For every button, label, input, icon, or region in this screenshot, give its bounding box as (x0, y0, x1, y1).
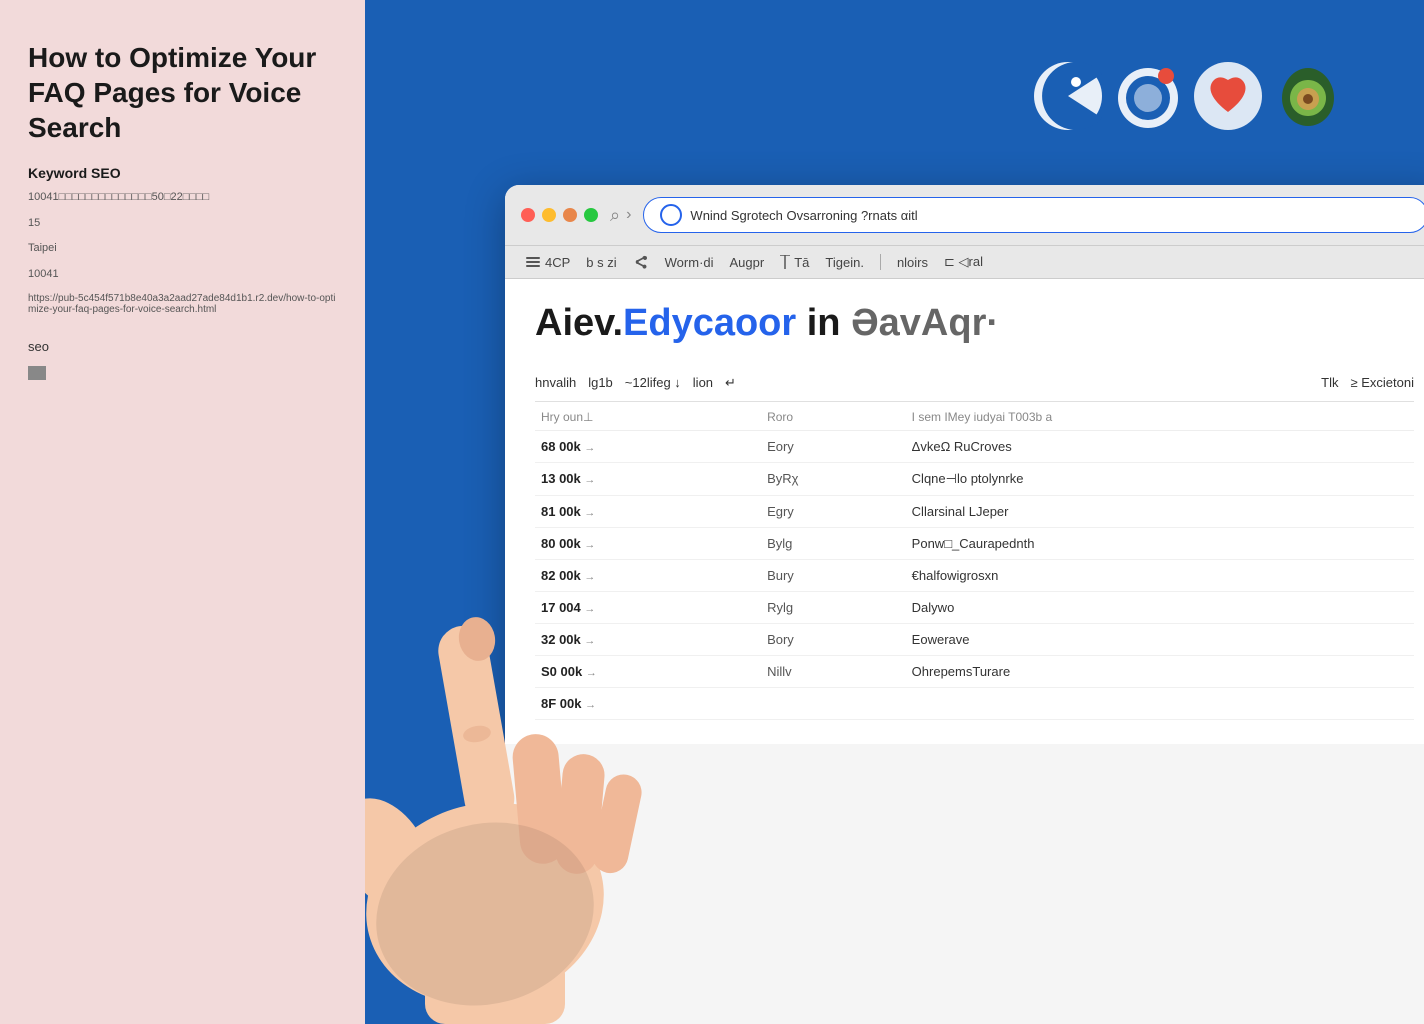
table-row[interactable]: 13 00k → ByRχ Clqne⊣lo ptolynrke (535, 462, 1414, 495)
data-toolbar-excietoni[interactable]: ≥ Excietoni (1351, 375, 1415, 390)
cell-code: Bylg (761, 527, 906, 559)
browser-chrome: ⌕ › Wnind Sgrotech Ovsarroning ?rnats αi… (505, 185, 1424, 246)
cell-num: 17 004 → (535, 591, 761, 623)
nav-forward-icon[interactable]: › (626, 206, 631, 224)
traffic-lights (521, 208, 598, 222)
table-row[interactable]: S0 00k → Nillv OhrepemsTurare (535, 655, 1414, 687)
address-text: Wnind Sgrotech Ovsarroning ?rnats αitl (690, 208, 1411, 223)
traffic-light-orange[interactable] (563, 208, 577, 222)
address-circle-icon (660, 204, 682, 226)
table-row[interactable]: 81 00k → Egry Cllarsinal LJeper (535, 495, 1414, 527)
sidebar-url: https://pub-5c454f571b8e40a3a2aad27ade84… (28, 293, 337, 315)
heading-part4: ƏavAqr· (841, 302, 1000, 344)
table-row[interactable]: 8F 00k → (535, 687, 1414, 719)
page-content: Aiev.Edycaoor in ƏavAqr· hnvalih lg1b ~1… (505, 279, 1424, 744)
page-heading: Aiev.Edycaoor in ƏavAqr· (535, 303, 1414, 345)
page-title: How to Optimize Your FAQ Pages for Voice… (28, 40, 337, 145)
cell-code: Bury (761, 559, 906, 591)
browser-window: ⌕ › Wnind Sgrotech Ovsarroning ?rnats αi… (505, 185, 1424, 1024)
toolbar-item-share[interactable] (633, 254, 649, 270)
traffic-light-yellow[interactable] (542, 208, 556, 222)
cell-name: Clqne⊣lo ptolynrke (906, 462, 1414, 495)
toolbar-item-1[interactable]: b s zi (586, 255, 616, 270)
cell-code: Nillv (761, 655, 906, 687)
data-toolbar-tlk[interactable]: Tlk (1321, 375, 1338, 390)
toolbar-icon-0 (525, 254, 541, 270)
data-toolbar-lg1b[interactable]: lg1b (588, 375, 613, 390)
heading-part3: in (796, 302, 840, 344)
traffic-light-red[interactable] (521, 208, 535, 222)
toolbar-item-aral[interactable]: ⊏ ◁ral (944, 254, 983, 270)
col-header-num: Hry oun⊥ (535, 402, 761, 431)
cell-name: €halfowigrosxn (906, 559, 1414, 591)
cell-num: S0 00k → (535, 655, 761, 687)
cell-code: Eory (761, 430, 906, 462)
browser-toolbar: 4CP b s zi Worm·di Augpr Tā Tigein. nloi… (505, 246, 1424, 279)
sidebar-meta-line1: 10041□□□□□□□□□□□□□□50□22□□□□ (28, 189, 337, 207)
toolbar-item-0[interactable]: 4CP (525, 254, 570, 270)
heading-part2: Edycaoor (623, 302, 796, 344)
table-row[interactable]: 17 004 → Rylg Dalywo (535, 591, 1414, 623)
sidebar-meta-line2: 15 (28, 215, 337, 233)
top-icons (1032, 60, 1344, 132)
cell-num: 32 00k → (535, 623, 761, 655)
cell-code: Rylg (761, 591, 906, 623)
data-table: Hry oun⊥ Roro I sem IMey iudyai T003b a … (535, 402, 1414, 720)
cell-code (761, 687, 906, 719)
icon-circle-dot (1112, 60, 1184, 132)
sidebar-tag: seo (28, 339, 337, 354)
cell-name: Cllarsinal LJeper (906, 495, 1414, 527)
cell-num: 8F 00k → (535, 687, 761, 719)
toolbar-item-ta[interactable]: Tā (780, 255, 809, 270)
keyword-label: Keyword SEO (28, 165, 337, 181)
icon-avocado (1272, 60, 1344, 132)
toolbar-item-augpr[interactable]: Augpr (730, 255, 765, 270)
sidebar-city: Taipei (28, 240, 337, 258)
table-row[interactable]: 32 00k → Bory Eowerave (535, 623, 1414, 655)
cell-num: 80 00k → (535, 527, 761, 559)
share-icon (633, 254, 649, 270)
cell-num: 68 00k → (535, 430, 761, 462)
cell-code: ByRχ (761, 462, 906, 495)
toolbar-separator (880, 254, 881, 270)
toolbar-item-tigein[interactable]: Tigein. (825, 255, 864, 270)
cell-num: 13 00k → (535, 462, 761, 495)
cell-name (906, 687, 1414, 719)
traffic-light-green[interactable] (584, 208, 598, 222)
table-header-row: Hry oun⊥ Roro I sem IMey iudyai T003b a (535, 402, 1414, 431)
nav-controls: ⌕ › (610, 205, 631, 226)
data-toolbar: hnvalih lg1b ~12lifeg ↓ lion ↵ Tlk ≥ Exc… (535, 365, 1414, 402)
cell-code: Egry (761, 495, 906, 527)
col-header-name: I sem IMey iudyai T003b a (906, 402, 1414, 431)
tag-icon (28, 366, 46, 380)
cell-num: 81 00k → (535, 495, 761, 527)
cell-name: OhrepemsTurare (906, 655, 1414, 687)
cell-code: Bory (761, 623, 906, 655)
icon-heart (1192, 60, 1264, 132)
sidebar: How to Optimize Your FAQ Pages for Voice… (0, 0, 365, 1024)
main-area: ⌕ › Wnind Sgrotech Ovsarroning ?rnats αi… (365, 0, 1424, 1024)
table-row[interactable]: 82 00k → Bury €halfowigrosxn (535, 559, 1414, 591)
cell-name: Ponw□_Caurapednth (906, 527, 1414, 559)
sidebar-zip: 10041 (28, 266, 337, 284)
table-row[interactable]: 68 00k → Eory ΔvkeΩ RuCroves (535, 430, 1414, 462)
data-toolbar-lion[interactable]: lion (693, 375, 713, 390)
cell-name: Eowerave (906, 623, 1414, 655)
toolbar-item-wormd[interactable]: Worm·di (665, 255, 714, 270)
toolbar-item-nloirs[interactable]: nloirs (897, 255, 928, 270)
data-toolbar-hnvalih[interactable]: hnvalih (535, 375, 576, 390)
cell-name: ΔvkeΩ RuCroves (906, 430, 1414, 462)
heading-part1: Aiev. (535, 302, 623, 344)
data-toolbar-enter[interactable]: ↵ (725, 375, 736, 391)
address-bar[interactable]: Wnind Sgrotech Ovsarroning ?rnats αitl (643, 197, 1424, 233)
cell-num: 82 00k → (535, 559, 761, 591)
icon-pacman1 (1032, 60, 1104, 132)
col-header-code: Roro (761, 402, 906, 431)
cell-name: Dalywo (906, 591, 1414, 623)
nav-icon: ⌕ (610, 205, 620, 226)
fork-icon (780, 255, 790, 269)
table-row[interactable]: 80 00k → Bylg Ponw□_Caurapednth (535, 527, 1414, 559)
data-toolbar-filter[interactable]: ~12lifeg ↓ (625, 375, 681, 390)
